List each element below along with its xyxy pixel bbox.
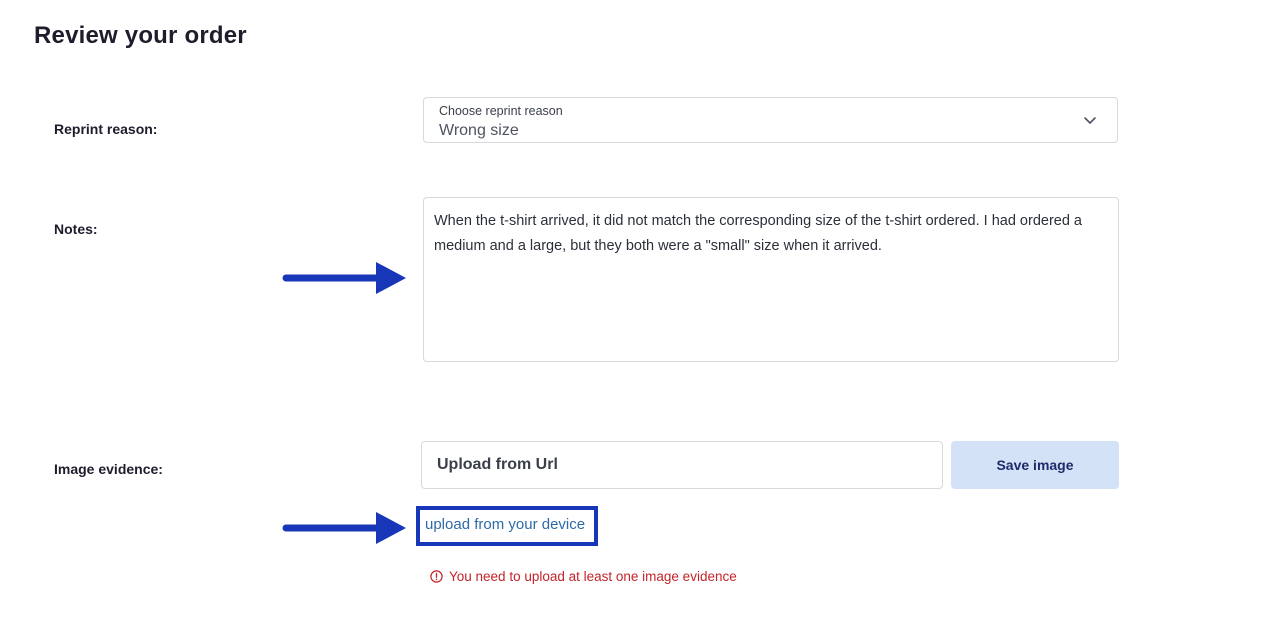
page-title: Review your order	[34, 22, 247, 49]
reprint-reason-select[interactable]: Choose reprint reason Wrong size	[423, 97, 1118, 143]
notes-textarea[interactable]: When the t-shirt arrived, it did not mat…	[423, 197, 1119, 362]
reprint-reason-value: Wrong size	[439, 122, 519, 139]
image-evidence-label: Image evidence:	[54, 461, 163, 477]
upload-url-input[interactable]	[421, 441, 943, 489]
upload-from-device-link[interactable]: upload from your device	[425, 516, 585, 533]
annotation-highlight-box: upload from your device	[416, 506, 598, 546]
save-image-button[interactable]: Save image	[951, 441, 1119, 489]
chevron-down-icon	[1084, 117, 1096, 124]
annotation-arrow-upload	[282, 512, 406, 544]
reprint-reason-caption: Choose reprint reason	[439, 104, 563, 118]
alert-circle-icon	[430, 570, 443, 583]
notes-label: Notes:	[54, 221, 98, 237]
upload-error-message: You need to upload at least one image ev…	[430, 569, 737, 584]
upload-error-text: You need to upload at least one image ev…	[449, 569, 737, 584]
review-order-page: Review your order Reprint reason: Choose…	[0, 0, 1267, 622]
annotation-arrow-notes	[282, 262, 406, 294]
reprint-reason-label: Reprint reason:	[54, 121, 158, 137]
